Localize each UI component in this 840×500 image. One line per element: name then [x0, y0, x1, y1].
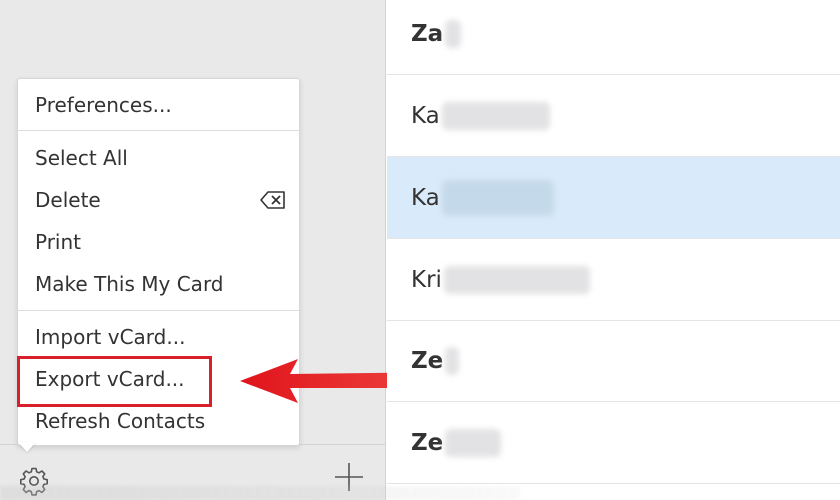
- menu-item-label: Print: [35, 230, 82, 254]
- watermark: [0, 486, 520, 500]
- name-redaction: [445, 346, 460, 375]
- export-highlight-box: [17, 356, 212, 407]
- name-redaction: [445, 19, 462, 48]
- contact-name: Ka: [411, 184, 440, 211]
- menu-item-import-vcard[interactable]: Import vCard...: [18, 318, 299, 356]
- contact-row[interactable]: Za: [387, 0, 840, 75]
- name-redaction: [443, 265, 590, 294]
- delete-backspace-icon: [260, 191, 285, 209]
- menu-item-delete[interactable]: Delete: [18, 181, 299, 219]
- menu-pointer-tail: [18, 442, 36, 452]
- menu-item-make-this-my-card[interactable]: Make This My Card: [18, 265, 299, 303]
- menu-item-label: Preferences...: [35, 93, 172, 117]
- name-redaction: [441, 101, 550, 130]
- menu-item-print[interactable]: Print: [18, 223, 299, 261]
- menu-item-preferences[interactable]: Preferences...: [18, 86, 299, 124]
- menu-item-select-all[interactable]: Select All: [18, 139, 299, 177]
- contact-name: Kri: [411, 266, 442, 293]
- menu-item-label: Refresh Contacts: [35, 409, 206, 433]
- contact-row[interactable]: Ze: [387, 402, 840, 484]
- contact-name: Za: [411, 20, 444, 47]
- menu-item-label: Import vCard...: [35, 325, 186, 349]
- menu-separator: [18, 310, 299, 311]
- menu-item-label: Make This My Card: [35, 272, 224, 296]
- contact-row[interactable]: Kri: [387, 239, 840, 321]
- menu-item-label: Select All: [35, 146, 128, 170]
- name-redaction: [441, 179, 554, 216]
- contact-list: Za Ka Ka Kri Ze Ze: [387, 0, 840, 500]
- menu-separator: [18, 130, 299, 131]
- contact-row-selected[interactable]: Ka: [387, 157, 840, 239]
- contact-name: Ze: [411, 429, 444, 456]
- menu-item-refresh-contacts[interactable]: Refresh Contacts: [18, 402, 299, 440]
- contact-row[interactable]: Ze: [387, 320, 840, 402]
- contact-name: Ze: [411, 347, 444, 374]
- menu-item-label: Delete: [35, 188, 101, 212]
- name-redaction: [445, 428, 502, 457]
- contact-row[interactable]: Ka: [387, 75, 840, 157]
- contact-name: Ka: [411, 102, 440, 129]
